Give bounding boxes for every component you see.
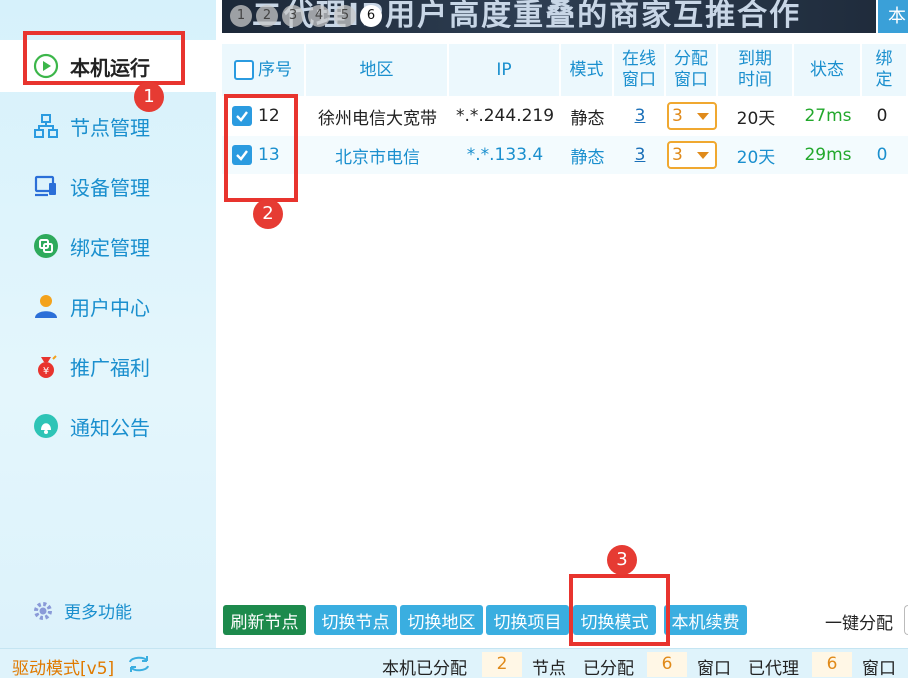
caret-down-icon bbox=[697, 112, 709, 120]
local-assigned-value: 2 bbox=[482, 652, 522, 677]
header-index[interactable]: 序号 bbox=[222, 44, 306, 96]
more-functions-label: 更多功能 bbox=[64, 603, 132, 623]
sidebar-item-notice[interactable]: 通知公告 bbox=[0, 400, 216, 452]
row-status: 27ms bbox=[804, 106, 852, 126]
annotation-badge-1: 1 bbox=[134, 82, 164, 112]
row-ip: *.*.244.219 bbox=[455, 106, 555, 126]
assigned-value: 6 bbox=[647, 652, 687, 677]
header-bind: 绑 定 bbox=[862, 44, 908, 96]
assign-window-select[interactable]: 3 bbox=[667, 141, 717, 169]
status-bar: 驱动模式[v5] 本机已分配 2 节点 已分配 6 窗口 已代理 6 窗口 bbox=[0, 648, 908, 678]
annotation-box-2 bbox=[224, 94, 298, 202]
sidebar-item-label: 用户中心 bbox=[70, 295, 150, 320]
user-icon bbox=[32, 292, 60, 320]
caret-down-icon bbox=[697, 151, 709, 159]
sidebar-item-device-management[interactable]: 设备管理 bbox=[0, 160, 216, 212]
sidebar-item-promotion[interactable]: ¥ 推广福利 bbox=[0, 340, 216, 392]
row-region: 北京市电信 bbox=[335, 147, 420, 168]
row-bind: 0 bbox=[876, 145, 888, 165]
row-online-window[interactable]: 3 bbox=[614, 97, 666, 135]
window-label-2: 窗口 bbox=[862, 659, 896, 678]
banner-dot[interactable]: 5 bbox=[334, 5, 356, 27]
device-icon bbox=[32, 172, 60, 200]
one-key-assign-input[interactable] bbox=[904, 605, 908, 635]
switch-project-button[interactable]: 切换项目 bbox=[486, 605, 569, 635]
more-functions-button[interactable]: 更多功能 bbox=[32, 598, 132, 623]
sidebar: 本机运行 节点管理 设备管理 绑定管理 用户中心 ¥ 推广福利 通知公告 更多功… bbox=[0, 0, 216, 648]
row-bind: 0 bbox=[876, 106, 888, 126]
row-assign-window[interactable]: 3 bbox=[666, 97, 718, 135]
sidebar-item-label: 设备管理 bbox=[70, 175, 150, 200]
proxied-value: 6 bbox=[812, 652, 852, 677]
annotation-badge-3: 3 bbox=[607, 545, 637, 575]
annotation-badge-2: 2 bbox=[253, 199, 283, 229]
row-mode: 静态 bbox=[570, 108, 605, 129]
switch-node-button[interactable]: 切换节点 bbox=[314, 605, 397, 635]
proxied-label: 已代理 bbox=[748, 659, 799, 678]
header-region: 地区 bbox=[306, 44, 449, 96]
header-online-window: 在线 窗口 bbox=[614, 44, 666, 96]
refresh-icon[interactable] bbox=[126, 653, 152, 675]
header-ip: IP bbox=[449, 44, 561, 96]
drive-mode-label[interactable]: 驱动模式[v5] bbox=[12, 654, 114, 678]
row-online-window[interactable]: 3 bbox=[614, 136, 666, 174]
banner-pagination: 1 2 3 4 5 6 bbox=[230, 5, 382, 27]
refresh-nodes-button[interactable]: 刷新节点 bbox=[223, 605, 306, 635]
assign-window-select[interactable]: 3 bbox=[667, 102, 717, 130]
gift-bag-icon: ¥ bbox=[32, 352, 60, 380]
annotation-box-3 bbox=[569, 574, 670, 646]
sidebar-item-node-management[interactable]: 节点管理 bbox=[0, 100, 216, 152]
header-status: 状态 bbox=[794, 44, 862, 96]
gear-icon bbox=[32, 600, 54, 622]
row-ip: *.*.133.4 bbox=[466, 145, 544, 165]
banner-right-button[interactable]: 本 bbox=[876, 0, 908, 33]
annotation-box-1 bbox=[23, 31, 185, 85]
banner-dot[interactable]: 3 bbox=[282, 5, 304, 27]
svg-text:¥: ¥ bbox=[43, 366, 49, 377]
bind-icon bbox=[32, 232, 60, 260]
sidebar-item-user-center[interactable]: 用户中心 bbox=[0, 280, 216, 332]
table-row[interactable]: 12 徐州电信大宽带 *.*.244.219 静态 3 3 20天 27ms 0 bbox=[222, 97, 908, 135]
header-mode: 模式 bbox=[561, 44, 614, 96]
row-mode: 静态 bbox=[570, 147, 605, 168]
table-header: 序号 地区 IP 模式 在线 窗口 分配 窗口 到期 时间 状态 绑 定 bbox=[222, 44, 908, 96]
banner-dot[interactable]: 1 bbox=[230, 5, 252, 27]
banner-dot[interactable]: 2 bbox=[256, 5, 278, 27]
table-row[interactable]: 13 北京市电信 *.*.133.4 静态 3 3 20天 29ms 0 bbox=[222, 136, 908, 174]
window-label: 窗口 bbox=[697, 659, 731, 678]
select-all-checkbox[interactable] bbox=[234, 60, 254, 80]
row-region: 徐州电信大宽带 bbox=[318, 108, 437, 129]
sidebar-item-label: 推广福利 bbox=[70, 355, 150, 380]
node-tree-icon bbox=[32, 112, 60, 140]
banner-dot-active[interactable]: 6 bbox=[360, 5, 382, 27]
sidebar-item-label: 通知公告 bbox=[70, 415, 150, 440]
header-assign-window: 分配 窗口 bbox=[666, 44, 718, 96]
sidebar-item-label: 节点管理 bbox=[70, 115, 150, 140]
row-assign-window[interactable]: 3 bbox=[666, 136, 718, 174]
local-assigned-label: 本机已分配 bbox=[382, 659, 467, 678]
row-expire: 20天 bbox=[736, 147, 776, 168]
header-expire-time: 到期 时间 bbox=[718, 44, 794, 96]
bell-icon bbox=[32, 412, 60, 440]
switch-region-button[interactable]: 切换地区 bbox=[400, 605, 483, 635]
row-expire: 20天 bbox=[736, 108, 776, 129]
sidebar-item-label: 绑定管理 bbox=[70, 235, 150, 260]
one-key-assign-label: 一键分配 bbox=[825, 614, 893, 634]
banner[interactable]: 二代理IP用户高度重叠的商家互推合作 1 2 3 4 5 6 本 bbox=[222, 0, 908, 33]
sidebar-item-bind-management[interactable]: 绑定管理 bbox=[0, 220, 216, 272]
banner-dot[interactable]: 4 bbox=[308, 5, 330, 27]
row-status: 29ms bbox=[804, 145, 852, 165]
renew-button[interactable]: 本机续费 bbox=[664, 605, 747, 635]
assigned-label: 已分配 bbox=[583, 659, 634, 678]
node-label: 节点 bbox=[532, 659, 566, 678]
